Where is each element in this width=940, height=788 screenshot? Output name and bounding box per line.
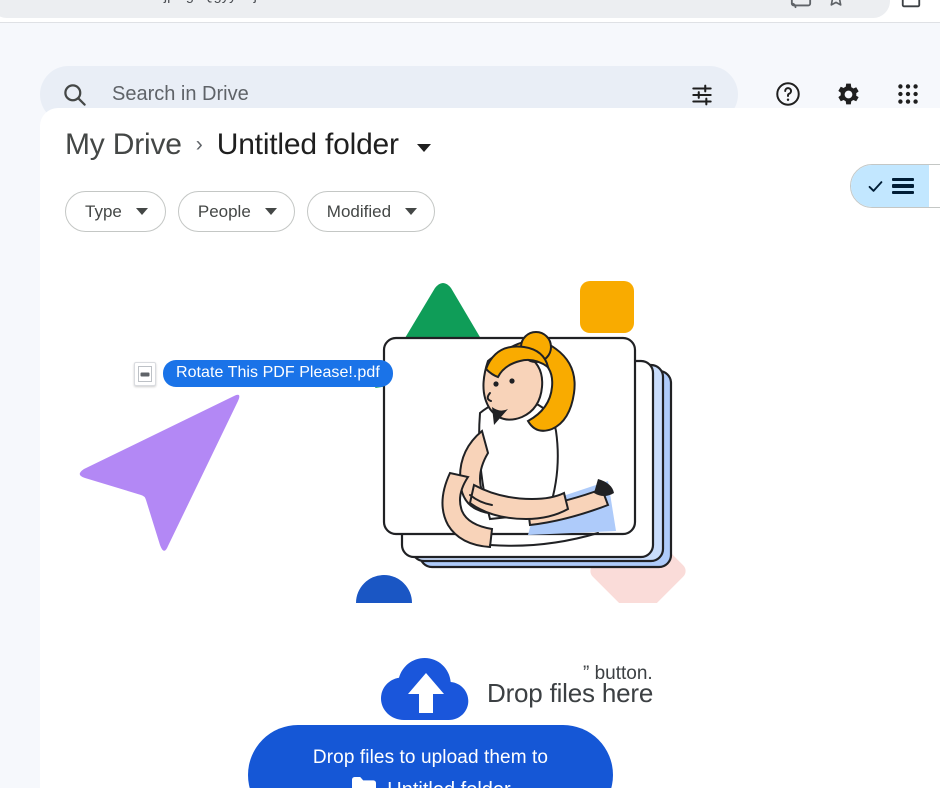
screen-root: le.com/drive/folders/HdjpUgeQgyyZ4jZdrc3… bbox=[0, 0, 940, 788]
folder-icon bbox=[350, 777, 376, 788]
list-icon bbox=[892, 178, 914, 194]
bookmark-star-icon[interactable] bbox=[826, 0, 846, 13]
chevron-down-icon bbox=[136, 208, 148, 215]
list-view-toggle[interactable] bbox=[851, 165, 929, 207]
filter-chip-type[interactable]: Type bbox=[65, 191, 166, 232]
drop-overlay-line1: Drop files to upload them to bbox=[313, 747, 548, 769]
chevron-down-icon[interactable] bbox=[417, 144, 431, 152]
filter-chip-row: Type People Modified bbox=[65, 191, 435, 232]
url-domain: le.com bbox=[10, 0, 57, 4]
check-icon bbox=[866, 177, 885, 196]
browser-chrome-strip: le.com/drive/folders/HdjpUgeQgyyZ4jZdrc3… bbox=[0, 0, 940, 22]
address-bar-url: le.com/drive/folders/HdjpUgeQgyyZ4jZdrc3… bbox=[10, 0, 850, 6]
window-icon[interactable] bbox=[900, 0, 922, 15]
filter-chip-modified-label: Modified bbox=[327, 202, 391, 222]
sidebar-gutter bbox=[0, 108, 40, 788]
chevron-down-icon bbox=[265, 208, 277, 215]
filter-chip-people-label: People bbox=[198, 202, 251, 222]
url-path: /drive/folders/HdjpUgeQgyyZ4jZdrc3O2vDbr… bbox=[57, 0, 397, 4]
chevron-down-icon bbox=[405, 208, 417, 215]
drop-files-here-label: Drop files here bbox=[380, 658, 710, 729]
drop-upload-overlay: Drop files to upload them to Untitled fo… bbox=[248, 725, 613, 788]
drop-overlay-target: Untitled folder bbox=[350, 777, 510, 788]
cast-icon[interactable] bbox=[790, 0, 812, 15]
cloud-upload-icon bbox=[380, 658, 473, 729]
filter-chip-modified[interactable]: Modified bbox=[307, 191, 435, 232]
filter-chip-people[interactable]: People bbox=[178, 191, 295, 232]
pdf-file-icon bbox=[134, 362, 156, 386]
view-toggle-group bbox=[850, 164, 940, 208]
drag-ghost-filename: Rotate This PDF Please!.pdf bbox=[163, 360, 393, 387]
breadcrumb-item-current-folder[interactable]: Untitled folder bbox=[217, 128, 399, 162]
drive-topbar bbox=[0, 23, 940, 108]
breadcrumb-separator-icon: › bbox=[192, 133, 207, 157]
grid-view-toggle[interactable] bbox=[929, 165, 940, 207]
drag-ghost-item: Rotate This PDF Please!.pdf bbox=[134, 360, 393, 387]
mouse-cursor-pointer bbox=[72, 388, 247, 558]
breadcrumb-item-my-drive[interactable]: My Drive bbox=[65, 128, 182, 162]
drop-overlay-folder-name: Untitled folder bbox=[387, 779, 510, 788]
residual-instruction-text: ” button. bbox=[583, 663, 653, 685]
search-input[interactable] bbox=[102, 83, 674, 106]
breadcrumb: My Drive › Untitled folder bbox=[65, 128, 431, 162]
filter-chip-type-label: Type bbox=[85, 202, 122, 222]
person-sitting-on-photos-illustration bbox=[340, 273, 720, 603]
